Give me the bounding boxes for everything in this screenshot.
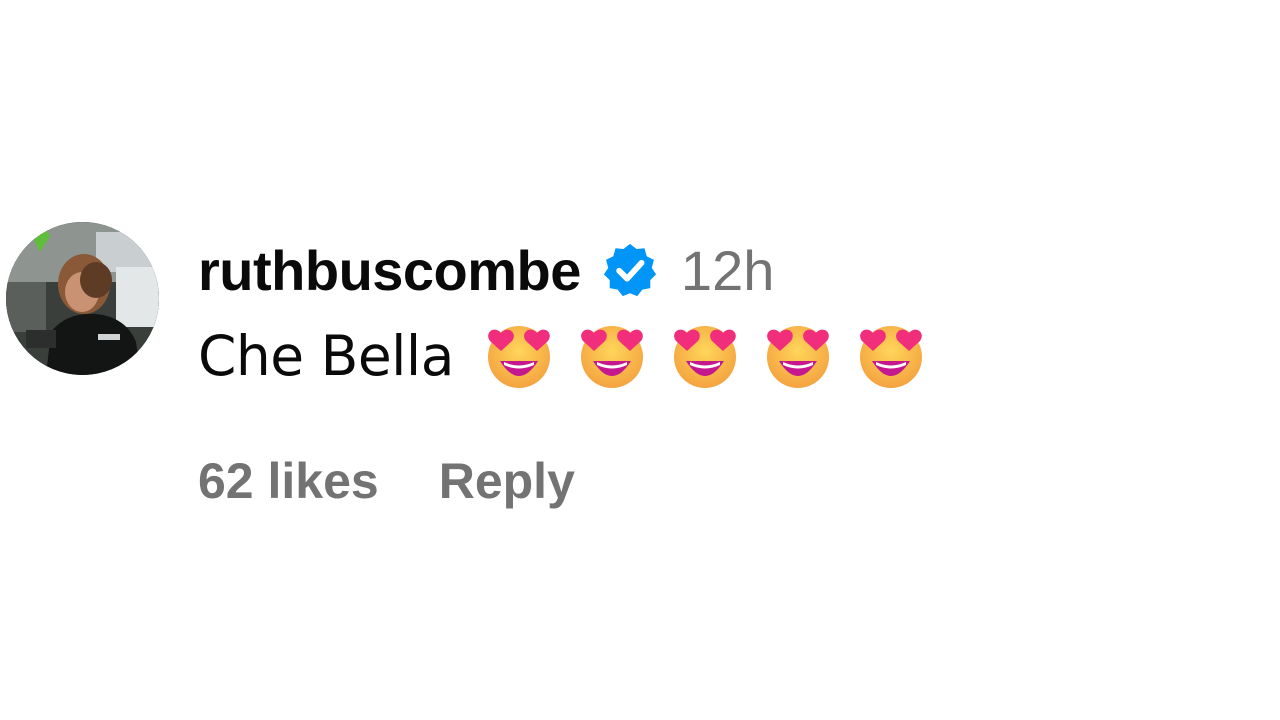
comment-header: ruthbuscombe 12h <box>198 236 774 304</box>
verified-badge-icon <box>601 241 659 299</box>
comment-body: Che Bella <box>198 320 949 392</box>
comment-timestamp[interactable]: 12h <box>681 238 774 303</box>
heart-eyes-emoji-icon <box>856 321 926 391</box>
heart-eyes-emoji-icon <box>577 321 647 391</box>
comment-actions: 62 likes Reply <box>198 448 575 514</box>
heart-eyes-emoji-icon <box>670 321 740 391</box>
heart-eyes-emoji-icon <box>763 321 833 391</box>
reply-button[interactable]: Reply <box>439 452 575 510</box>
comment-item: ruthbuscombe 12h Che Bella 62 likes Repl… <box>0 0 1280 720</box>
emoji-list <box>484 321 949 391</box>
avatar[interactable] <box>6 222 159 375</box>
username-link[interactable]: ruthbuscombe <box>198 238 581 303</box>
likes-count-button[interactable]: 62 likes <box>198 452 379 510</box>
comment-text: Che Bella <box>198 324 454 388</box>
profile-photo-icon <box>6 222 159 375</box>
heart-eyes-emoji-icon <box>484 321 554 391</box>
